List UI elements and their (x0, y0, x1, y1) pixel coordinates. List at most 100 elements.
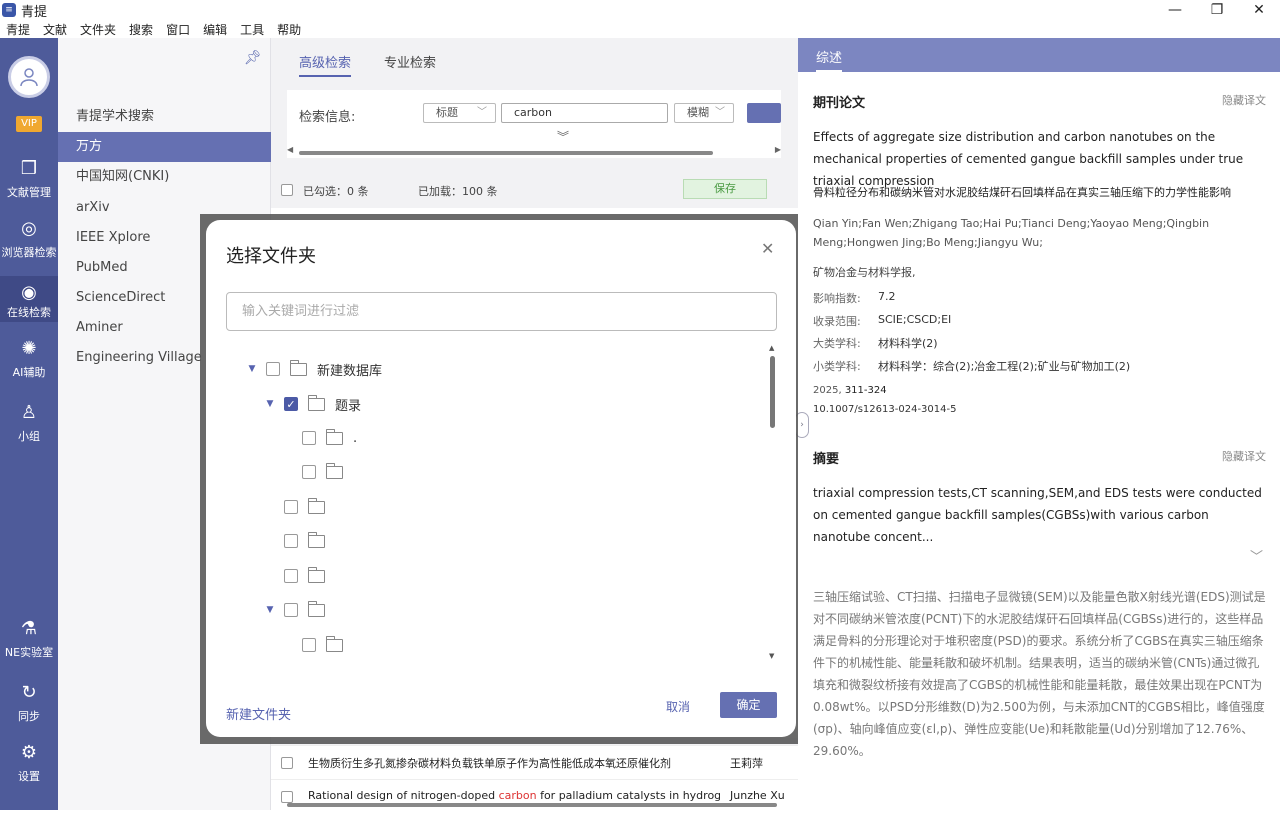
tree-checkbox[interactable] (284, 500, 298, 514)
folder-icon (308, 497, 325, 514)
horizontal-scrollbar[interactable]: ◀ ▶ (287, 145, 781, 158)
tree-node[interactable]: ▼ ✓ 题录 (264, 392, 361, 416)
close-window-button[interactable]: ✕ (1238, 0, 1280, 20)
folder-icon (326, 635, 343, 652)
folder-icon (308, 394, 325, 411)
rail-item-ai[interactable]: ✺ AI辅助 (0, 338, 58, 380)
section-title-abstract: 摘要 (813, 452, 840, 467)
tree-checkbox[interactable] (302, 431, 316, 445)
scroll-right-icon[interactable]: ▶ (775, 145, 781, 154)
menu-item[interactable]: 文件夹 (80, 21, 116, 38)
title-bar: ≡ 青提 — ❐ ✕ (0, 0, 1280, 20)
menu-item[interactable]: 搜索 (129, 21, 153, 38)
results-horizontal-scrollbar[interactable] (271, 800, 798, 810)
paper-authors: Qian Yin;Fan Wen;Zhigang Tao;Hai Pu;Tian… (813, 217, 1210, 249)
group-icon: ♙ (20, 402, 38, 423)
tree-checkbox[interactable] (284, 569, 298, 583)
scrollbar-thumb[interactable] (770, 356, 775, 428)
tree-node[interactable]: ▼ (264, 529, 335, 553)
rail-item-library[interactable]: ❒ 文献管理 (0, 158, 58, 200)
tree-node[interactable]: ▼ (264, 564, 335, 588)
chevron-down-icon: ﹀ (477, 107, 487, 118)
search-button[interactable] (747, 103, 781, 123)
tree-scrollbar[interactable]: ▲ ▼ (769, 344, 777, 660)
gear-icon: ⚙ (20, 742, 38, 763)
detail-panel: 综述 期刊论文 隐藏译文 Effects of aggregate size d… (798, 38, 1280, 810)
tree-node[interactable]: ▼. (282, 426, 357, 450)
rail-item-sync[interactable]: ↻ 同步 (0, 682, 58, 724)
scroll-down-icon[interactable]: ▼ (769, 652, 774, 660)
tree-node[interactable]: ▼ (282, 633, 353, 657)
pin-icon[interactable]: 📌︎ (244, 50, 262, 66)
scroll-left-icon[interactable]: ◀ (287, 145, 293, 154)
menu-item[interactable]: 窗口 (166, 21, 190, 38)
hide-translation-link[interactable]: 隐藏译文 (1222, 92, 1266, 108)
results-toolbar: 已勾选：0 条 已加载：100 条 保存 (271, 176, 798, 204)
detail-header: 综述 (798, 38, 1280, 72)
search-input[interactable]: carbon (501, 103, 668, 123)
expand-triangle-icon[interactable]: ▼ (246, 364, 258, 374)
row-checkbox[interactable] (281, 757, 293, 769)
avatar[interactable] (8, 56, 50, 98)
tree-node[interactable]: ▼ (282, 460, 353, 484)
tree-checkbox[interactable] (302, 465, 316, 479)
chevron-down-icon: ﹀ (715, 107, 725, 118)
source-item[interactable]: 中国知网(CNKI) (58, 162, 271, 192)
doi-link[interactable]: 10.1007/s12613-024-3014-5 (813, 404, 956, 415)
new-folder-link[interactable]: 新建文件夹 (226, 704, 291, 723)
menu-item[interactable]: 帮助 (277, 21, 301, 38)
vip-badge: VIP (16, 116, 42, 132)
select-all-checkbox[interactable] (281, 184, 293, 196)
tab-overview[interactable]: 综述 (816, 47, 843, 72)
menu-item[interactable]: 编辑 (203, 21, 227, 38)
folder-icon (308, 600, 325, 617)
tree-checkbox-checked[interactable]: ✓ (284, 397, 298, 411)
rail-item-browser-search[interactable]: ◎ 浏览器检索 (0, 218, 58, 260)
bulb-icon: ✺ (21, 338, 37, 359)
menu-item[interactable]: 工具 (240, 21, 264, 38)
tree-node[interactable]: ▼ (264, 495, 335, 519)
scrollbar-thumb[interactable] (287, 803, 777, 807)
source-item[interactable]: 青提学术搜索 (58, 102, 271, 132)
tree-node[interactable]: ▼ 新建数据库 (246, 357, 382, 381)
minimize-button[interactable]: — (1154, 0, 1196, 20)
tree-checkbox[interactable] (302, 638, 316, 652)
major-subject: 大类学科: 材料科学(2) (813, 337, 938, 350)
maximize-button[interactable]: ❐ (1196, 0, 1238, 20)
rail-item-lab[interactable]: ⚗ NE实验室 (0, 618, 58, 660)
menu-item[interactable]: 青提 (6, 21, 30, 38)
result-title[interactable]: 生物质衍生多孔氮掺杂碳材料负载铁单原子作为高性能低成本氧还原催化剂 (308, 755, 720, 771)
tree-checkbox[interactable] (284, 603, 298, 617)
rail-item-settings[interactable]: ⚙ 设置 (0, 742, 58, 784)
impact-factor: 影响指数: 7.2 (813, 290, 896, 305)
chevron-down-icon[interactable]: ﹀ (1250, 546, 1263, 565)
tree-checkbox[interactable] (284, 534, 298, 548)
expand-triangle-icon[interactable]: ▼ (264, 605, 276, 615)
loaded-count: 已加载：100 条 (418, 185, 498, 198)
indexed-in: 收录范围: SCIE;CSCD;EI (813, 313, 952, 328)
expand-triangle-icon[interactable]: ▼ (264, 399, 276, 409)
rail-item-online-search[interactable]: ◉ 在线检索 (0, 276, 58, 322)
expand-icon[interactable]: ︾ (557, 128, 569, 145)
table-row[interactable]: 生物质衍生多孔氮掺杂碳材料负载铁单原子作为高性能低成本氧还原催化剂 王莉萍 (271, 745, 798, 779)
rail-item-group[interactable]: ♙ 小组 (0, 402, 58, 444)
match-mode-select[interactable]: 模糊 ﹀ (674, 103, 734, 123)
menu-item[interactable]: 文献 (43, 21, 67, 38)
abstract-en: triaxial compression tests,CT scanning,S… (813, 486, 1262, 544)
ok-button[interactable]: 确定 (720, 692, 777, 718)
tab-expert-search[interactable]: 专业检索 (384, 52, 436, 71)
tab-advanced-search[interactable]: 高级检索 (299, 52, 352, 77)
folder-filter-input[interactable]: 输入关键词进行过滤 (226, 292, 777, 331)
scrollbar-thumb[interactable] (299, 151, 713, 155)
tree-node[interactable]: ▼ (264, 598, 335, 622)
save-button[interactable]: 保存 (683, 179, 767, 199)
tree-checkbox[interactable] (266, 362, 280, 376)
cancel-button[interactable]: 取消 (666, 698, 690, 715)
source-item-active[interactable]: 万方 (58, 132, 271, 162)
hide-translation-link[interactable]: 隐藏译文 (1222, 448, 1266, 464)
paper-title-cn: 骨料粒径分布和碳纳米管对水泥胶结煤矸石回填样品在真实三轴压缩下的力学性能影响 (813, 186, 1231, 199)
year-pages: 2025, 311-324 (813, 385, 887, 396)
close-icon[interactable]: ✕ (761, 239, 774, 258)
scroll-up-icon[interactable]: ▲ (769, 344, 774, 352)
field-select[interactable]: 标题 ﹀ (423, 103, 496, 123)
